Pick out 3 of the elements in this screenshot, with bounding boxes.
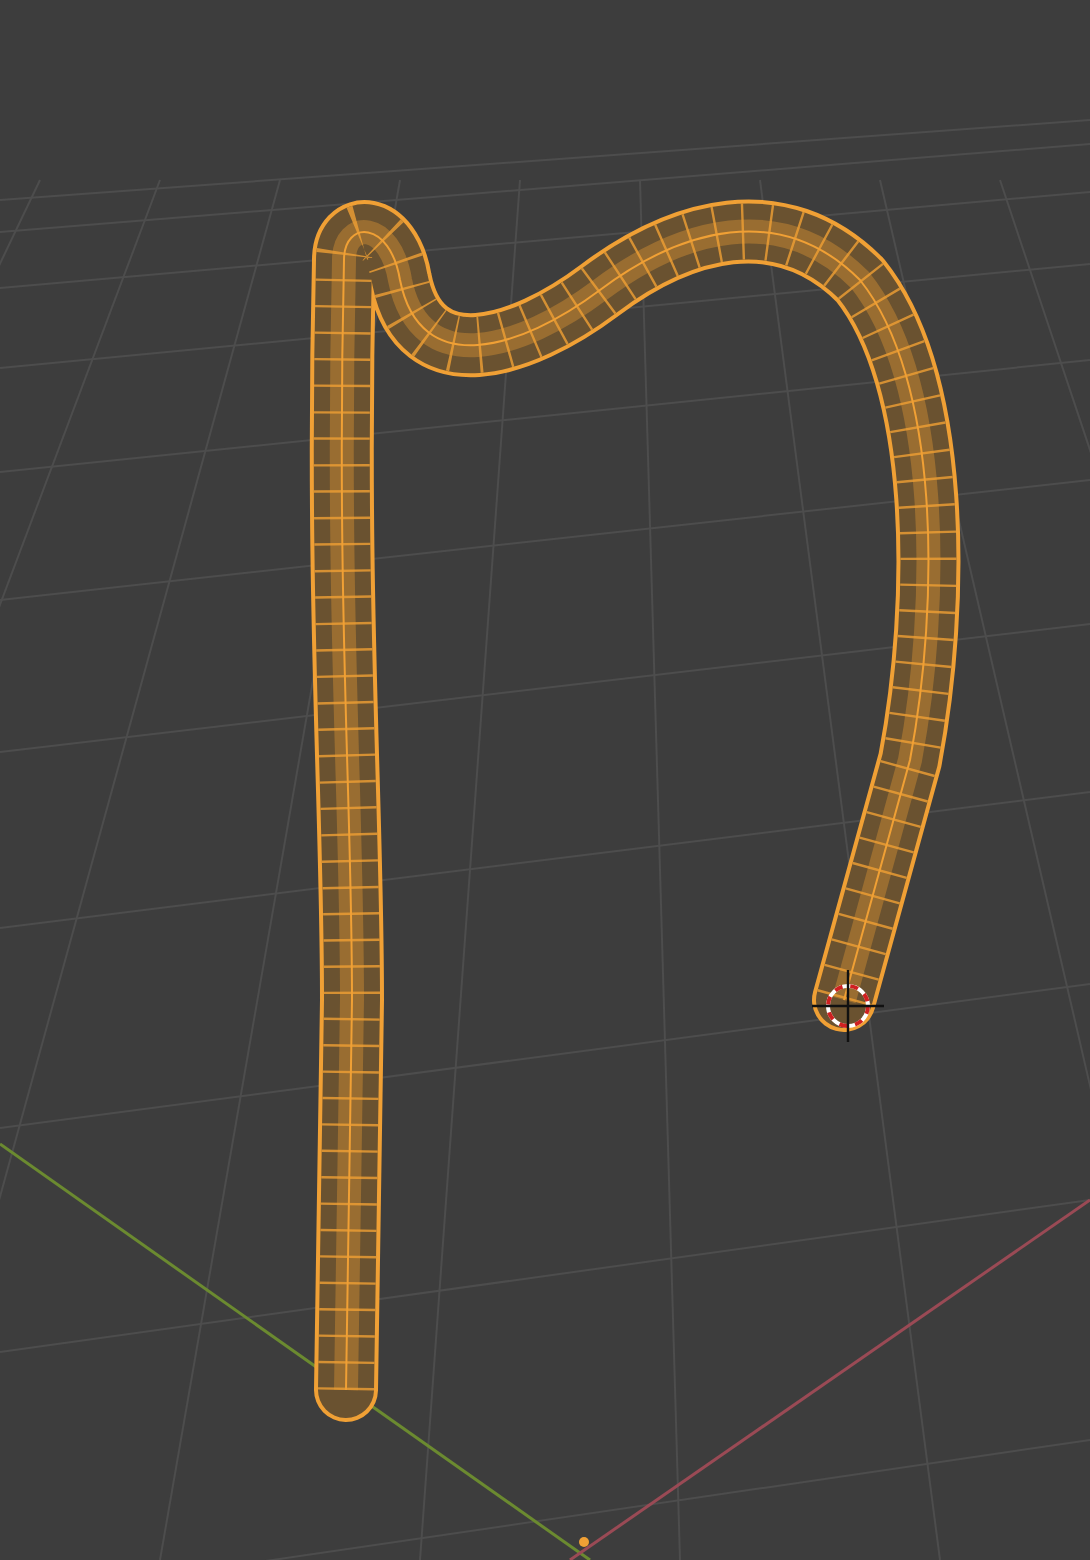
origin-dot: [579, 1537, 589, 1547]
3d-cursor-icon[interactable]: [812, 970, 884, 1042]
wireframe-tube-drawing[interactable]: [309, 199, 961, 1422]
